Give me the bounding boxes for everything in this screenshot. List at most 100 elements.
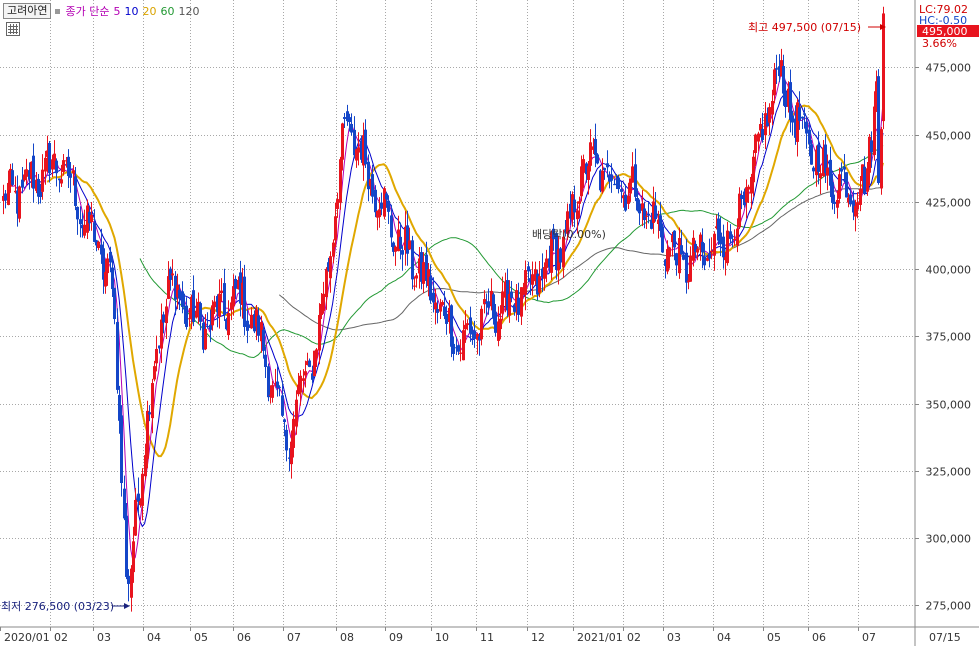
candle-body	[401, 250, 404, 255]
candle-body	[262, 329, 265, 351]
candle-body	[192, 290, 195, 323]
x-tick-label: 06	[812, 631, 826, 644]
candle-body	[429, 276, 432, 301]
candle-body	[318, 314, 321, 351]
candle-body	[206, 325, 209, 327]
candle-body	[116, 322, 119, 390]
candle-body	[829, 159, 832, 186]
candle-body	[130, 568, 133, 598]
candle-body	[831, 182, 834, 203]
candle-body	[55, 160, 58, 174]
x-tick-label: 09	[389, 631, 403, 644]
candle-body	[617, 177, 620, 190]
stock-name[interactable]: 고려아연	[3, 3, 52, 19]
candle-body	[761, 128, 764, 141]
candle-body	[415, 275, 418, 279]
candle-body	[322, 293, 325, 311]
candle-body	[341, 123, 344, 160]
y-tick-label: 375,000	[926, 331, 972, 344]
candle-body	[450, 305, 453, 347]
candle-body	[434, 302, 437, 310]
candle-body	[803, 113, 806, 115]
candle-body	[559, 248, 562, 263]
candle-body	[120, 415, 123, 484]
candle-body	[576, 210, 579, 220]
candle-body	[840, 168, 843, 172]
ma-period-120: 120	[178, 4, 200, 18]
candle-body	[812, 167, 815, 172]
candle-body	[524, 270, 527, 295]
candle-body	[596, 154, 599, 164]
candle-body	[165, 306, 168, 324]
candle-body	[67, 156, 70, 177]
candle-body	[11, 170, 14, 185]
candle-body	[661, 226, 664, 253]
candle-body	[610, 174, 613, 181]
candle-body	[148, 412, 151, 415]
y-tick-label: 275,000	[926, 600, 972, 613]
candle-body	[452, 343, 455, 354]
candle-body	[464, 324, 467, 330]
settings-square-icon[interactable]	[55, 8, 61, 14]
candle-body	[39, 191, 42, 198]
candle-body	[90, 214, 93, 223]
candle-body	[682, 254, 685, 260]
x-tick-label: 04	[147, 631, 161, 644]
candle-body	[334, 216, 337, 241]
candle-body	[836, 199, 839, 208]
x-tick-label: 07	[862, 631, 876, 644]
candle-body	[141, 473, 144, 506]
candle-body	[538, 276, 541, 293]
candle-body	[178, 289, 181, 299]
low-annotation-label: 최저 276,500 (03/23)	[1, 600, 114, 613]
candle-body	[380, 202, 383, 209]
candle-body	[562, 236, 565, 268]
candle-body	[127, 575, 130, 584]
candle-body	[264, 354, 267, 368]
candle-body	[462, 330, 465, 361]
candle-body	[634, 164, 637, 197]
candle-body	[250, 314, 253, 329]
candle-body	[459, 352, 462, 354]
candle-body	[48, 142, 51, 173]
candle-body	[4, 193, 7, 201]
candle-body	[204, 329, 207, 350]
candle-body	[740, 195, 743, 200]
candle-body	[817, 144, 820, 172]
price-chart[interactable]: 275,000 300,000 325,000 350,000 375,000 400,0…	[0, 0, 979, 646]
candle-body	[132, 541, 135, 573]
candle-body	[578, 201, 581, 204]
candle-body	[271, 385, 274, 398]
candle-body	[292, 418, 295, 448]
candle-body	[151, 383, 154, 419]
chart-background	[0, 0, 979, 646]
candle-body	[808, 129, 811, 144]
candle-body	[134, 499, 137, 536]
candle-body	[678, 238, 681, 274]
candle-body	[394, 246, 397, 252]
table-grid-icon[interactable]	[6, 22, 20, 36]
candle-body	[113, 288, 116, 320]
candle-body	[109, 251, 112, 263]
candle-body	[643, 208, 646, 221]
chart-legend: 고려아연 종가 단순 5 10 20 60 120	[3, 3, 199, 19]
candle-body	[594, 138, 597, 156]
candle-body	[325, 268, 328, 298]
candle-body	[374, 189, 377, 213]
y-tick-label: 400,000	[926, 264, 972, 277]
candle-body	[645, 215, 648, 217]
candle-body	[18, 186, 21, 219]
candle-body	[83, 224, 86, 236]
candle-body	[480, 308, 483, 340]
candle-body	[406, 225, 409, 254]
candle-body	[267, 366, 270, 398]
candle-body	[436, 309, 439, 313]
candle-body	[21, 179, 24, 188]
candle-body	[181, 291, 184, 307]
candle-body	[849, 194, 852, 205]
candle-body	[209, 324, 212, 330]
candle-body	[880, 129, 883, 189]
candle-body	[501, 291, 504, 314]
candle-body	[620, 189, 623, 192]
candle-body	[527, 266, 530, 272]
